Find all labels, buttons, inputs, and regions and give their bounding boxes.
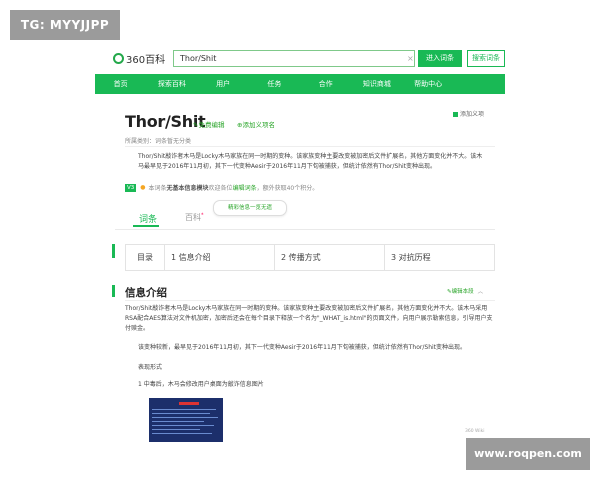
toc-item-info[interactable]: 1 信息介绍: [165, 245, 275, 270]
meta-suffix: ，额外获取40个积分。: [256, 185, 319, 192]
edit-section-link[interactable]: ✎编辑本段 ︿: [447, 287, 483, 295]
tab-wiki-badge: *: [201, 212, 204, 219]
tab-entry[interactable]: 词条: [139, 212, 157, 225]
image-line: [152, 421, 204, 422]
tab-tooltip-bubble: 精彩信息一览无遗: [213, 200, 287, 216]
search-entry-button[interactable]: 搜索词条: [467, 50, 505, 67]
search-input[interactable]: Thor/Shit: [173, 50, 415, 67]
watermark-bottom-right: www.roqpen.com: [466, 438, 590, 470]
nav-item-home[interactable]: 首页: [95, 74, 146, 94]
nav-item-shop[interactable]: 知识商城: [351, 74, 402, 94]
section-title: 信息介绍: [125, 287, 167, 299]
nav-item-explore[interactable]: 探索百科: [146, 74, 197, 94]
toc-item-history[interactable]: 3 对抗历程: [385, 245, 494, 270]
image-line: [152, 433, 212, 434]
plus-square-icon: [453, 112, 458, 117]
logo-circle-icon: [113, 53, 124, 64]
section-paragraph-3: 表现形式: [138, 364, 163, 371]
image-line: [152, 413, 210, 414]
tabs-divider: [115, 229, 495, 230]
image-red-banner: [179, 402, 199, 405]
section-paragraph-2: 该变种较新，最早见于2016年11月初，其下一代变种Aesir于2016年11月…: [138, 344, 467, 351]
toc-item-spread[interactable]: 2 传播方式: [275, 245, 385, 270]
table-of-contents: 目录 1 信息介绍 2 传播方式 3 对抗历程: [125, 244, 495, 271]
baike-page: 360百科 Thor/Shit × 进入词条 搜索词条 首页 探索百科 用户 任…: [95, 42, 505, 442]
toc-accent-bar: [112, 244, 115, 258]
entry-summary: Thor/Shit敲诈者木马是Locky木马家族在同一时期的变种。该家族变种主要…: [138, 153, 483, 170]
add-synonym-label: 添加义项名: [242, 121, 275, 129]
image-line: [152, 417, 218, 418]
edit-entry-link[interactable]: 编辑词条: [233, 183, 257, 192]
nav-item-tasks[interactable]: 任务: [249, 74, 300, 94]
logo-text: 360百科: [126, 55, 166, 66]
free-edit-link[interactable]: ✎免费编辑: [193, 119, 224, 129]
divider: [125, 146, 495, 147]
meta-prefix: 本词条: [148, 185, 167, 192]
add-synonym-link[interactable]: ⊕添加义项名: [237, 119, 275, 129]
edit-section-label: 编辑本段: [451, 289, 474, 295]
enter-entry-button[interactable]: 进入词条: [418, 50, 462, 67]
site-logo[interactable]: 360百科: [113, 51, 165, 66]
section-divider: [125, 300, 495, 301]
meta-mid: 欢迎各位: [208, 185, 233, 192]
nav-item-partners[interactable]: 合作: [300, 74, 351, 94]
category-text: 所属类别：词条暂无分类: [125, 138, 192, 145]
nav-item-help[interactable]: 帮助中心: [403, 74, 454, 94]
image-line: [152, 425, 214, 426]
image-line: [152, 429, 200, 430]
clear-icon[interactable]: ×: [407, 50, 414, 67]
toc-head: 目录: [126, 245, 165, 270]
entry-meta-row: V3 ● 本词条 无基本信息模块 欢迎各位 编辑词条 ，额外获取40个积分。: [125, 183, 318, 192]
ransom-screenshot-image[interactable]: [149, 398, 223, 442]
free-edit-label: 免费编辑: [198, 121, 225, 129]
version-badge: V3: [125, 183, 137, 192]
nav-item-users[interactable]: 用户: [198, 74, 249, 94]
image-credit: 360 Wiki: [465, 429, 485, 434]
image-line: [152, 409, 216, 410]
tab-wiki-label: 百科: [185, 213, 201, 222]
chevron-up-icon[interactable]: ︿: [478, 289, 484, 295]
add-meaning-label: 添加义项: [460, 111, 485, 118]
main-nav: 首页 探索百科 用户 任务 合作 知识商城 帮助中心: [95, 74, 505, 94]
section-paragraph-4: 1 中毒后，木马会修改用户桌面为敲诈信息图片: [138, 381, 264, 388]
coin-icon: ●: [140, 184, 146, 191]
section-accent-bar: [112, 285, 115, 297]
meta-bold: 无基本信息模块: [166, 185, 209, 192]
section-paragraph-1: Thor/Shit敲诈者木马是Locky木马家族在同一时期的变种。该家族变种主要…: [125, 305, 493, 332]
tab-wiki[interactable]: 百科*: [185, 212, 204, 223]
tab-active-underline: [133, 225, 159, 227]
add-meaning-button[interactable]: 添加义项: [453, 109, 484, 118]
watermark-top-left: TG: MYYJJPP: [10, 10, 120, 40]
